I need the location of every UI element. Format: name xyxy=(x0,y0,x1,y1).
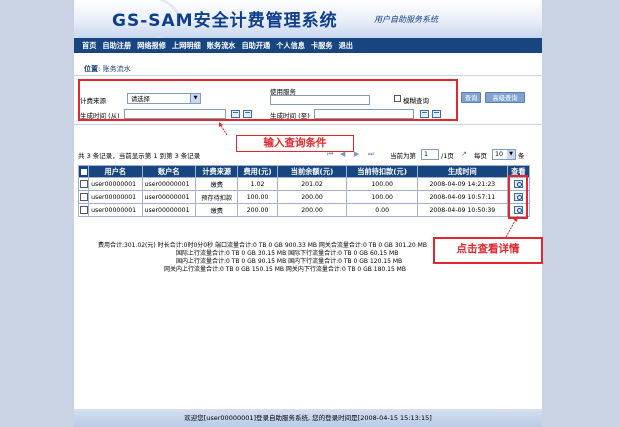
callout-arrow-icon xyxy=(505,216,518,238)
view-column-highlight xyxy=(508,175,528,219)
nav-repair[interactable]: 网络报修 xyxy=(137,41,166,51)
cell-fee-source: 缴费 xyxy=(195,177,239,191)
cell-created-time: 2008-04-09 10:50:39 xyxy=(416,203,508,217)
nav-home[interactable]: 首页 xyxy=(82,41,96,51)
footer-status: 欢迎您[user00000001]登录自助服务系统, 您的登录时间是[2008-… xyxy=(74,409,542,427)
cell-account: user00000001 xyxy=(141,177,197,191)
col-username[interactable]: 用户名 xyxy=(88,165,143,178)
first-page-icon[interactable]: ⏮ xyxy=(327,150,333,159)
divider xyxy=(74,75,542,76)
nav-register[interactable]: 自助注册 xyxy=(102,41,131,51)
record-summary: 共 3 条记录，当前显示第 1 到第 3 条记录 xyxy=(78,152,201,160)
cell-balance: 201.02 xyxy=(276,177,348,191)
col-balance[interactable]: 当前余额(元) xyxy=(276,165,348,178)
go-page-icon[interactable]: ↗ xyxy=(461,150,467,158)
col-created-time[interactable]: 生成时间 xyxy=(416,165,508,178)
detail-callout: 点击查看详情 xyxy=(433,237,543,264)
calendar-icon[interactable] xyxy=(420,110,429,118)
cell-balance: 200.00 xyxy=(276,203,348,217)
fuzzy-query-checkbox[interactable] xyxy=(394,95,401,102)
nav-card-service[interactable]: 卡服务 xyxy=(311,41,333,51)
page-total: /1页 xyxy=(441,152,454,160)
breadcrumb-value: 账务流水 xyxy=(102,65,131,73)
app-subtitle: 用户自助服务系统 xyxy=(374,15,438,24)
advanced-query-button[interactable]: 高级查询 xyxy=(485,92,525,103)
cell-amount: 100.00 xyxy=(237,190,278,204)
cell-pending: 100.00 xyxy=(346,177,418,191)
fuzzy-query-label: 模糊查询 xyxy=(403,97,429,105)
cell-pending: 0.00 xyxy=(346,203,418,217)
next-page-icon[interactable]: ▶ xyxy=(354,150,359,158)
cell-account: user00000001 xyxy=(141,203,197,217)
table-header-row: 用户名 账户名 计费来源 费用(元) 当前余额(元) 当前待扣款(元) 生成时间… xyxy=(77,165,531,178)
nav-billing-records[interactable]: 账务流水 xyxy=(207,41,236,51)
last-page-icon[interactable]: ⏭ xyxy=(368,150,374,159)
col-account[interactable]: 账户名 xyxy=(141,165,197,178)
callout-arrow-icon xyxy=(219,122,228,136)
time-from-label: 生成时间 (从) xyxy=(80,112,120,120)
cell-created-time: 2008-04-09 10:57:11 xyxy=(416,190,508,204)
current-page-input[interactable]: 1 xyxy=(421,149,439,160)
fee-source-value: 请选择 xyxy=(131,96,150,103)
calendar-icon[interactable] xyxy=(243,110,252,118)
header-banner: GS-SAM安全计费管理系统 用户自助服务系统 xyxy=(74,0,542,38)
cell-created-time: 2008-04-09 14:21:23 xyxy=(416,177,508,191)
per-page-select[interactable]: 10 ▼ xyxy=(492,149,516,160)
per-page-value: 10 xyxy=(495,151,504,158)
nav-profile[interactable]: 个人信息 xyxy=(276,41,305,51)
calendar-icon[interactable] xyxy=(231,110,240,118)
chevron-down-icon: ▼ xyxy=(507,150,515,159)
page: GS-SAM安全计费管理系统 用户自助服务系统 首页 自助注册 网络报修 上网明… xyxy=(74,0,543,427)
per-page-label: 每页 xyxy=(474,152,487,160)
row-checkbox[interactable] xyxy=(77,203,90,217)
row-checkbox[interactable] xyxy=(77,190,90,204)
main-nav: 首页 自助注册 网络报修 上网明细 账务流水 自助开通 个人信息 卡服务 退出 xyxy=(74,38,542,53)
time-to-input[interactable] xyxy=(314,109,414,119)
prev-page-icon[interactable]: ◀ xyxy=(340,150,345,158)
app-title: GS-SAM安全计费管理系统 xyxy=(112,11,338,31)
time-from-input[interactable] xyxy=(124,109,226,119)
time-to-label: 生成时间 (至) xyxy=(270,112,310,120)
cell-username: user00000001 xyxy=(88,177,143,191)
nav-usage-detail[interactable]: 上网明细 xyxy=(172,41,201,51)
cell-pending: 100.00 xyxy=(346,190,418,204)
cell-username: user00000001 xyxy=(88,190,143,204)
query-callout: 输入查询条件 xyxy=(236,135,354,152)
nav-activate[interactable]: 自助开通 xyxy=(241,41,270,51)
nav-logout[interactable]: 退出 xyxy=(339,41,353,51)
select-all-checkbox[interactable] xyxy=(77,165,90,178)
current-page-label: 当前为第 xyxy=(390,152,416,160)
col-fee-source[interactable]: 计费来源 xyxy=(195,165,239,178)
service-input[interactable] xyxy=(270,95,370,105)
query-button[interactable]: 查询 xyxy=(461,92,481,103)
query-form: 计费来源 请选择 ▼ 使用服务 模糊查询 生成时间 (从) 生成时间 (至) xyxy=(78,79,458,121)
breadcrumb: 位置: 账务流水 xyxy=(84,65,131,73)
table-row: user00000001 user00000001 缴费 1.02 201.02… xyxy=(77,177,531,191)
fee-source-select[interactable]: 请选择 ▼ xyxy=(127,93,201,104)
chevron-down-icon: ▼ xyxy=(190,94,200,103)
cell-balance: 200.00 xyxy=(276,190,348,204)
per-page-unit: 条 xyxy=(518,152,525,160)
col-amount[interactable]: 费用(元) xyxy=(237,165,278,178)
row-checkbox[interactable] xyxy=(77,177,90,191)
calendar-icon[interactable] xyxy=(432,110,441,118)
col-pending[interactable]: 当前待扣款(元) xyxy=(346,165,418,178)
cell-amount: 200.00 xyxy=(237,203,278,217)
billing-table: 用户名 账户名 计费来源 费用(元) 当前余额(元) 当前待扣款(元) 生成时间… xyxy=(77,165,531,217)
cell-fee-source: 缴费 xyxy=(195,203,239,217)
summary-line-4: 网关内上行流量合计:0 TB 0 GB 150.15 MB 网关内下行流量合计:… xyxy=(164,266,406,273)
breadcrumb-label: 位置 xyxy=(84,65,98,73)
divider xyxy=(74,124,542,125)
cell-amount: 1.02 xyxy=(237,177,278,191)
cell-account: user00000001 xyxy=(141,190,197,204)
table-row: user00000001 user00000001 缴费 200.00 200.… xyxy=(77,203,531,217)
table-row: user00000001 user00000001 预存待扣款 100.00 2… xyxy=(77,190,531,204)
cell-username: user00000001 xyxy=(88,203,143,217)
cell-fee-source: 预存待扣款 xyxy=(195,190,239,204)
fee-source-label: 计费来源 xyxy=(80,97,106,105)
